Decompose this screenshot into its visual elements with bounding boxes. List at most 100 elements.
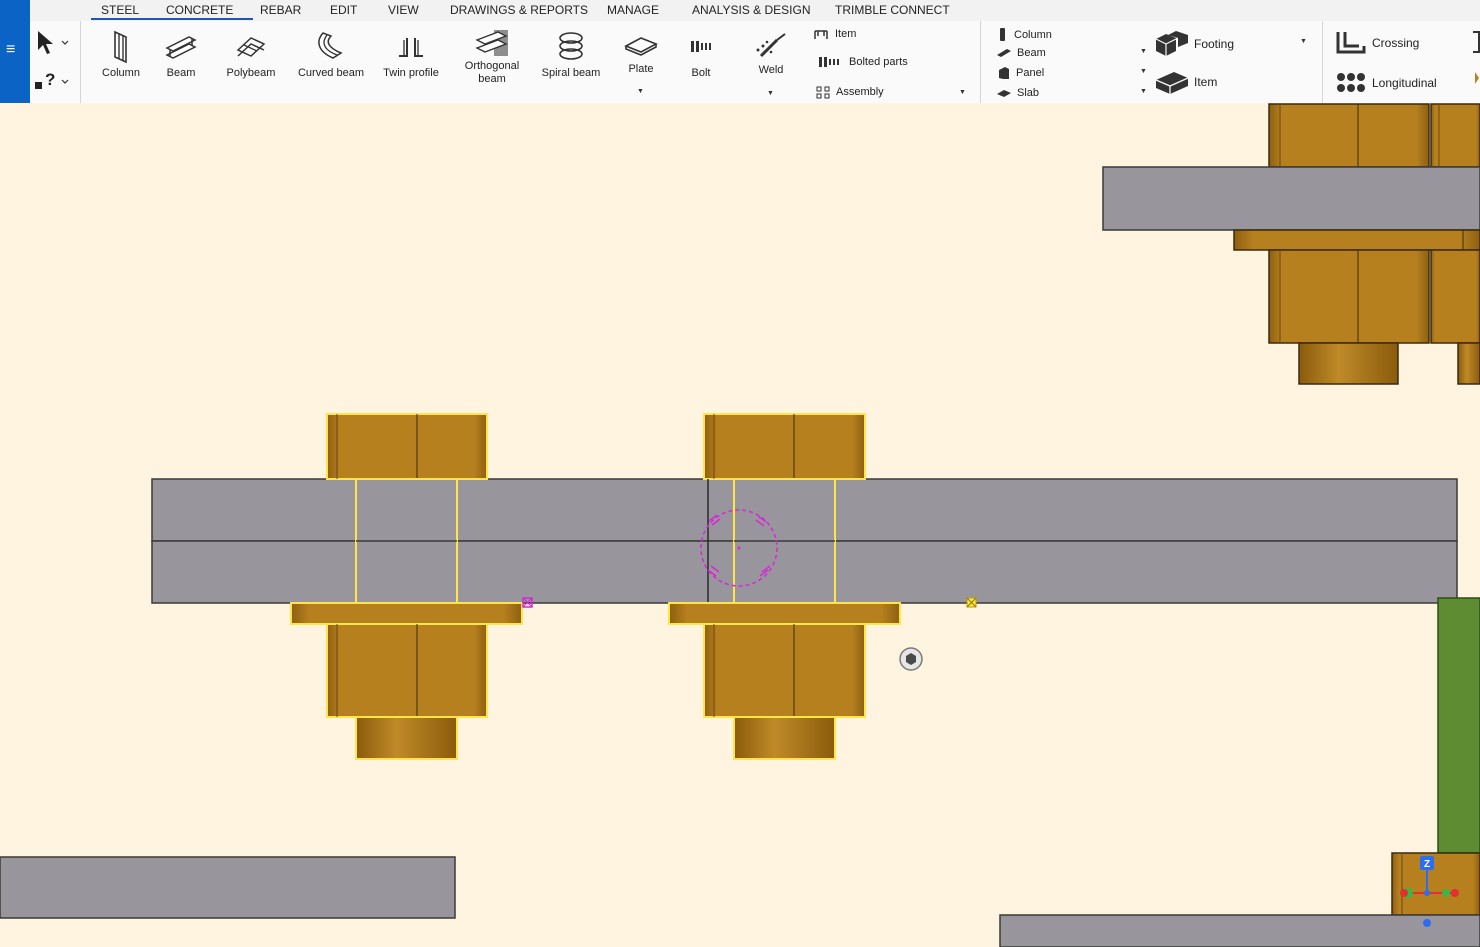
app-sidebar: ≡ (0, 0, 30, 103)
plate-tool-button[interactable]: Plate (618, 30, 664, 76)
help-tool-button[interactable]: ? (31, 66, 71, 96)
tab-trimble-connect[interactable]: TRIMBLE CONNECT (835, 3, 950, 17)
svg-text:?: ? (45, 70, 55, 89)
bolt-tool-button[interactable]: Bolt (680, 28, 722, 80)
footing-button[interactable]: Footing (1154, 29, 1234, 59)
yellow-handle-point[interactable] (966, 597, 977, 608)
rebar-crossing-icon (1336, 32, 1366, 54)
bolted-parts-button[interactable]: Bolted parts (818, 55, 908, 69)
concrete-slab-dropdown-caret[interactable]: ▼ (1140, 88, 1147, 95)
z-axis-label: Z (1424, 859, 1430, 870)
help-question-icon: ? (35, 70, 69, 89)
footing-dropdown-caret[interactable]: ▼ (1300, 38, 1307, 45)
tab-drawings-reports[interactable]: DRAWINGS & REPORTS (450, 3, 588, 17)
concrete-beam-dropdown-caret[interactable]: ▼ (1140, 48, 1147, 55)
part-item-button[interactable]: Item (813, 27, 856, 41)
active-tab-indicator (91, 18, 253, 20)
polybeam-icon (236, 37, 266, 57)
orthogonal-beam-icon (475, 30, 508, 56)
rebar-crossing-button[interactable]: Crossing (1334, 28, 1419, 58)
beam-tool-button[interactable]: Beam (157, 28, 205, 80)
ribbon-separator (980, 21, 981, 103)
concrete-item-icon (1155, 72, 1189, 94)
tab-analysis-design[interactable]: ANALYSIS & DESIGN (692, 3, 810, 17)
ribbon-overflow-icon[interactable] (1472, 28, 1480, 94)
bolt-label: Bolt (691, 67, 711, 79)
spiral-beam-tool-button[interactable]: Spiral beam (538, 28, 604, 80)
orthogonal-beam-label-line2: beam (478, 73, 506, 85)
part-item-label: Item (835, 28, 857, 40)
rebar-longitudinal-icon (1337, 73, 1365, 92)
lower-right-parts[interactable] (999, 852, 1480, 947)
weld-icon (756, 33, 786, 58)
polybeam-label: Polybeam (226, 67, 276, 79)
beam-label: Beam (166, 67, 196, 79)
weld-label: Weld (758, 64, 784, 76)
concrete-panel-label: Panel (1016, 67, 1045, 79)
bolted-parts-label: Bolted parts (849, 56, 908, 68)
curved-beam-icon (318, 32, 343, 59)
hamburger-menu-icon[interactable]: ≡ (6, 42, 15, 58)
column-label: Column (102, 67, 140, 79)
steel-column-icon (114, 30, 127, 64)
model-canvas[interactable]: Z (0, 103, 1480, 947)
twin-profile-label: Twin profile (383, 67, 439, 79)
tab-edit[interactable]: EDIT (330, 3, 357, 17)
concrete-beam-label: Beam (1017, 46, 1046, 59)
concrete-slab-label: Slab (1017, 86, 1040, 99)
column-tool-button[interactable]: Column (96, 28, 146, 80)
lower-left-plate[interactable] (0, 856, 456, 919)
view-center-icon[interactable] (899, 647, 923, 671)
spiral-beam-label: Spiral beam (541, 67, 601, 79)
footing-label: Footing (1194, 37, 1235, 51)
concrete-panel-button[interactable]: Panel (997, 66, 1044, 80)
bolt-icon (691, 41, 711, 52)
assembly-icon (816, 86, 830, 99)
rebar-longitudinal-button[interactable]: Longitudinal (1336, 71, 1437, 95)
concrete-panel-icon (999, 67, 1009, 79)
tab-view[interactable]: VIEW (388, 3, 419, 17)
concrete-slab-button[interactable]: Slab (996, 86, 1039, 99)
concrete-column-label: Column (1014, 28, 1052, 41)
upper-right-bolt-assembly[interactable] (1102, 103, 1480, 385)
select-tool-button[interactable] (31, 26, 71, 60)
tab-concrete[interactable]: CONCRETE (166, 3, 233, 17)
twin-profile-tool-button[interactable]: Twin profile (378, 28, 444, 80)
rebar-longitudinal-label: Longitudinal (1372, 76, 1437, 90)
spiral-beam-icon (559, 32, 583, 60)
concrete-beam-button[interactable]: Beam (996, 46, 1046, 59)
cursor-arrow-icon (38, 31, 69, 54)
part-item-icon (814, 30, 828, 39)
ribbon-separator (80, 21, 81, 103)
concrete-column-icon (1000, 28, 1005, 41)
tab-rebar[interactable]: REBAR (260, 3, 301, 17)
assembly-dropdown-caret[interactable]: ▼ (959, 89, 966, 96)
assembly-button[interactable]: Assembly (816, 85, 884, 99)
weld-dropdown-caret[interactable]: ▼ (767, 90, 774, 97)
plate-dropdown-caret[interactable]: ▼ (637, 88, 644, 95)
curved-beam-label: Curved beam (297, 67, 365, 79)
footing-icon (1155, 31, 1188, 56)
rebar-crossing-label: Crossing (1372, 36, 1420, 50)
green-part[interactable] (1437, 597, 1480, 854)
tab-manage[interactable]: MANAGE (607, 3, 659, 17)
plate-label: Plate (628, 63, 654, 75)
weld-tool-button[interactable]: Weld (748, 30, 794, 77)
orthogonal-beam-tool-button[interactable]: Orthogonal beam (456, 26, 528, 86)
concrete-column-button[interactable]: Column (997, 27, 1052, 42)
steel-beam-icon (165, 36, 197, 59)
twin-profile-icon (399, 38, 423, 57)
concrete-item-button[interactable]: Item (1154, 68, 1217, 96)
tab-steel[interactable]: STEEL (101, 3, 139, 17)
polybeam-tool-button[interactable]: Polybeam (222, 28, 280, 80)
model-viewport[interactable]: Z (0, 103, 1480, 947)
assembly-label: Assembly (836, 86, 884, 98)
orthogonal-beam-label-line1: Orthogonal (464, 60, 520, 72)
concrete-panel-dropdown-caret[interactable]: ▼ (1140, 68, 1147, 75)
concrete-slab-icon (997, 90, 1011, 97)
curved-beam-tool-button[interactable]: Curved beam (295, 28, 367, 80)
plate-icon (624, 37, 658, 56)
concrete-item-label: Item (1194, 75, 1218, 89)
bolted-parts-icon (819, 57, 839, 67)
concrete-beam-icon (997, 49, 1011, 57)
